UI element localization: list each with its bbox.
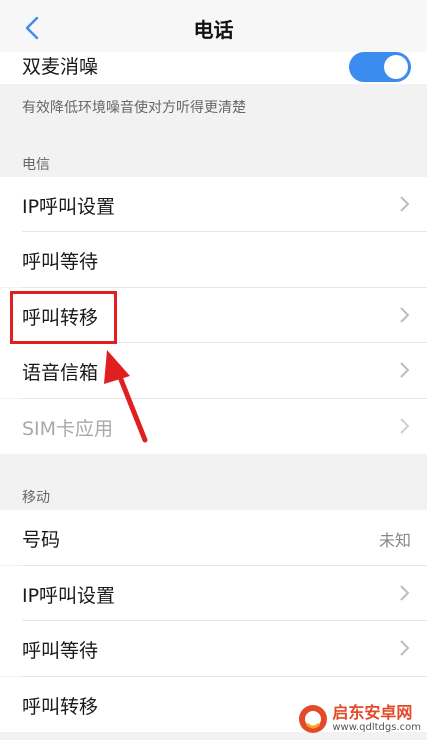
noise-cancel-label: 双麦消噪 xyxy=(22,56,99,78)
watermark: 启东安卓网 www.qdltdgs.com xyxy=(298,704,421,734)
mobile-number[interactable]: 号码 未知 xyxy=(0,510,427,565)
noise-cancel-toggle[interactable] xyxy=(349,52,411,82)
noise-cancel-description: 有效降低环境噪音使对方听得更清楚 xyxy=(22,100,246,116)
watermark-title: 启东安卓网 xyxy=(332,703,413,722)
toggle-knob xyxy=(384,55,408,79)
row-label: SIM卡应用 xyxy=(22,418,114,440)
chevron-right-icon xyxy=(400,640,410,656)
mobile-call-waiting[interactable]: 呼叫等待 xyxy=(0,621,427,676)
noise-cancel-row: 双麦消噪 xyxy=(0,52,427,84)
watermark-logo-icon xyxy=(299,705,328,733)
telecom-sim-apps[interactable]: SIM卡应用 xyxy=(0,399,427,454)
row-label: 呼叫转移 xyxy=(22,696,99,718)
telecom-call-waiting[interactable]: 呼叫等待 xyxy=(0,232,427,287)
chevron-right-icon xyxy=(400,196,410,212)
telecom-voicemail[interactable]: 语音信箱 xyxy=(0,343,427,398)
chevron-right-icon xyxy=(400,418,410,434)
telecom-ip-call-settings[interactable]: IP呼叫设置 xyxy=(0,177,427,232)
row-label: 语音信箱 xyxy=(22,362,99,384)
page-title: 电话 xyxy=(193,18,234,42)
annotation-highlight-box xyxy=(10,291,117,344)
mobile-ip-call-settings[interactable]: IP呼叫设置 xyxy=(0,566,427,621)
number-value: 未知 xyxy=(378,531,411,550)
row-label: IP呼叫设置 xyxy=(22,585,116,607)
chevron-right-icon xyxy=(400,362,410,378)
section-title-mobile: 移动 xyxy=(22,490,50,506)
row-label: 号码 xyxy=(22,529,61,551)
section-title-telecom: 电信 xyxy=(22,157,50,173)
row-label: IP呼叫设置 xyxy=(22,196,116,218)
row-label: 呼叫等待 xyxy=(22,251,99,273)
chevron-right-icon xyxy=(400,585,410,601)
watermark-url: www.qdltdgs.com xyxy=(332,722,421,733)
chevron-right-icon xyxy=(400,307,410,323)
title-bar: 电话 xyxy=(0,0,427,52)
row-label: 呼叫等待 xyxy=(22,640,99,662)
